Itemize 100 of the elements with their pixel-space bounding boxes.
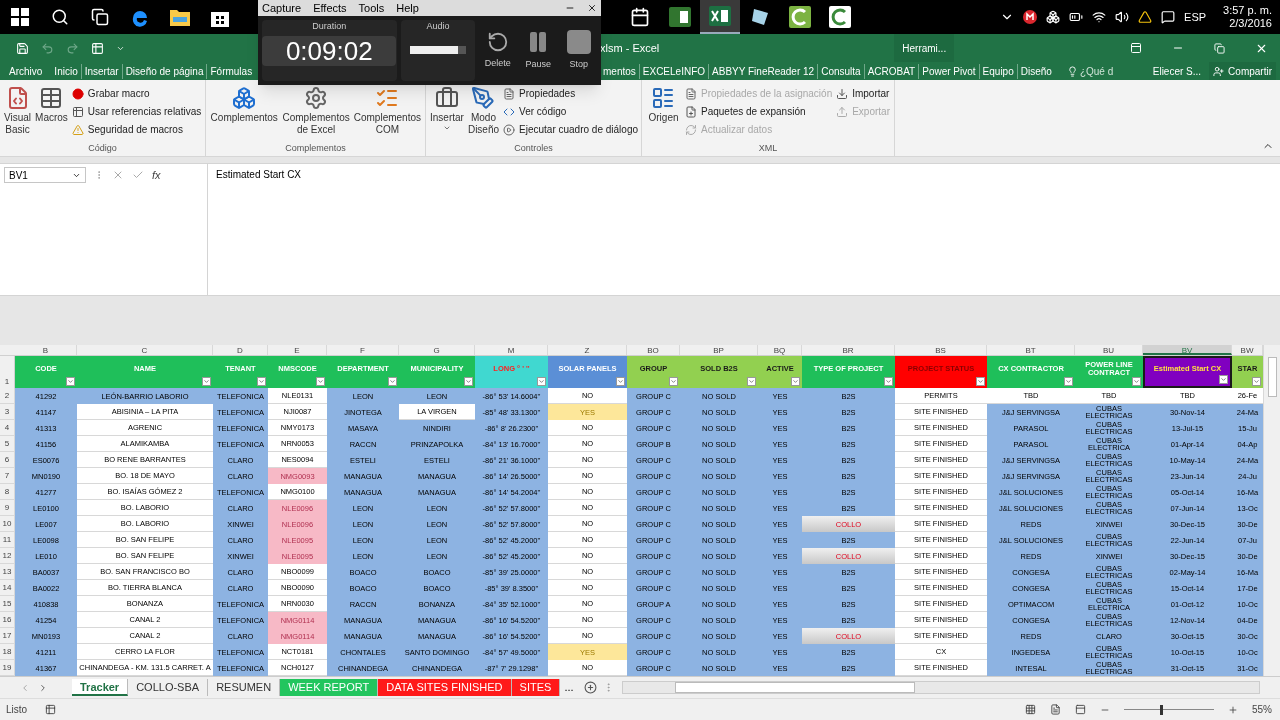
filter-button[interactable] xyxy=(66,377,75,386)
ribbon-tab[interactable]: Equipo xyxy=(978,63,1017,79)
column-header[interactable]: G xyxy=(399,345,475,355)
form-icon[interactable] xyxy=(91,41,104,55)
column-header[interactable]: BT xyxy=(987,345,1075,355)
filter-button[interactable] xyxy=(316,377,325,386)
row-number[interactable]: 4 xyxy=(0,420,15,436)
close-icon[interactable] xyxy=(587,3,597,13)
row-number[interactable]: 17 xyxy=(0,628,15,644)
cloud-storage-icon[interactable] xyxy=(1023,10,1038,24)
insert-function-button[interactable]: fx xyxy=(152,167,161,184)
language-indicator[interactable]: ESP xyxy=(1184,8,1207,26)
ribbon-tab[interactable]: ABBYY FineReader 12 xyxy=(708,63,818,79)
column-header[interactable]: BR xyxy=(802,345,895,355)
filter-button[interactable] xyxy=(464,377,473,386)
ribbon-button[interactable]: Grabar macro xyxy=(71,86,202,101)
sheet-tab[interactable]: Tracker xyxy=(72,679,129,696)
ribbon-button[interactable]: Complementos xyxy=(210,86,279,142)
filter-button[interactable] xyxy=(1132,377,1141,386)
delete-button[interactable]: Delete xyxy=(479,30,516,71)
ribbon-button[interactable]: Insertar xyxy=(430,86,464,142)
sheet-tab[interactable]: SITES xyxy=(511,679,561,696)
row-number[interactable]: 5 xyxy=(0,436,15,452)
column-header[interactable]: BS xyxy=(895,345,987,355)
row-number[interactable]: 13 xyxy=(0,564,15,580)
column-header[interactable]: D xyxy=(213,345,268,355)
zoom-slider[interactable] xyxy=(1124,704,1214,715)
ribbon-tab[interactable]: Fórmulas xyxy=(206,63,256,79)
row-number[interactable]: 14 xyxy=(0,580,15,596)
wifi-icon[interactable] xyxy=(1092,10,1107,24)
formula-field[interactable]: Estimated Start CX xyxy=(207,164,1280,295)
page-break-icon[interactable] xyxy=(1075,704,1086,715)
row-number[interactable]: 9 xyxy=(0,500,15,516)
pause-button[interactable]: Pause xyxy=(520,29,557,72)
ribbon-button[interactable]: Ejecutar cuadro de diálogo xyxy=(503,122,638,137)
filter-button[interactable] xyxy=(257,377,266,386)
filter-button[interactable] xyxy=(747,377,756,386)
battery-icon[interactable] xyxy=(1069,10,1084,24)
ribbon-tab[interactable]: Consulta xyxy=(817,63,864,79)
next-sheet-icon[interactable] xyxy=(38,682,48,693)
tell-me-field[interactable]: ¿Qué d xyxy=(1079,63,1114,79)
column-header[interactable]: BO xyxy=(627,345,680,355)
ribbon-tab[interactable]: Archivo xyxy=(6,63,46,79)
column-header[interactable]: E xyxy=(268,345,327,355)
ribbon-tab[interactable]: mentos xyxy=(600,63,639,79)
undo-icon[interactable] xyxy=(41,41,54,55)
row-number[interactable]: 11 xyxy=(0,532,15,548)
ribbon-button[interactable]: Propiedades xyxy=(503,86,638,101)
ribbon-display-icon[interactable] xyxy=(1130,42,1142,54)
macro-record-icon[interactable] xyxy=(45,704,57,715)
column-header[interactable]: BP xyxy=(680,345,758,355)
recorder-icon[interactable] xyxy=(829,6,851,28)
filter-button[interactable] xyxy=(791,377,800,386)
ribbon-tab[interactable]: Diseño de página xyxy=(121,63,207,79)
row-number[interactable]: 1 xyxy=(0,356,15,388)
row-number[interactable]: 15 xyxy=(0,596,15,612)
windows-icon[interactable] xyxy=(11,8,29,26)
lightbulb-icon[interactable] xyxy=(1066,65,1078,77)
notes-icon[interactable] xyxy=(750,7,770,27)
column-header[interactable]: Z xyxy=(548,345,627,355)
filter-button[interactable] xyxy=(1064,377,1073,386)
ribbon-button[interactable]: Importar xyxy=(836,86,890,101)
zoom-thumb[interactable] xyxy=(1160,704,1163,715)
name-box[interactable]: BV1 xyxy=(4,167,86,183)
horizontal-scrollbar[interactable] xyxy=(621,681,1260,694)
column-header[interactable]: BV xyxy=(1143,345,1232,355)
menu-item[interactable]: Effects xyxy=(313,0,347,17)
calendar-icon[interactable] xyxy=(630,7,650,27)
normal-view-icon[interactable] xyxy=(1025,704,1036,715)
zoom-in-icon[interactable] xyxy=(1228,704,1238,715)
column-header[interactable]: F xyxy=(327,345,399,355)
redo-icon[interactable] xyxy=(66,41,79,55)
filter-button[interactable] xyxy=(669,377,678,386)
menu-item[interactable]: Tools xyxy=(358,0,385,17)
filter-button[interactable] xyxy=(1219,375,1228,384)
ribbon-button[interactable]: Modo Diseño xyxy=(467,86,500,142)
filter-button[interactable] xyxy=(1252,377,1261,386)
user-name[interactable]: Eliecer S... xyxy=(1152,63,1202,79)
column-header[interactable]: B xyxy=(15,345,77,355)
ribbon-tab[interactable]: Power Pivot xyxy=(918,63,979,79)
ribbon-tab[interactable]: EXCELeINFO xyxy=(638,63,709,79)
row-number[interactable]: 10 xyxy=(0,516,15,532)
column-header[interactable]: M xyxy=(475,345,548,355)
ribbon-button[interactable]: Origen xyxy=(646,86,681,142)
boxes-icon[interactable] xyxy=(1046,10,1061,24)
drive-icon[interactable] xyxy=(1138,10,1153,24)
project-icon[interactable] xyxy=(669,7,691,27)
filter-button[interactable] xyxy=(976,377,985,386)
row-number[interactable]: 8 xyxy=(0,484,15,500)
task-view-icon[interactable] xyxy=(91,8,109,26)
column-header[interactable]: C xyxy=(77,345,213,355)
stop-button[interactable]: Stop xyxy=(560,29,597,72)
spreadsheet-icon[interactable] xyxy=(709,6,731,26)
restore-icon[interactable] xyxy=(1214,42,1225,54)
row-number[interactable]: 7 xyxy=(0,468,15,484)
page-layout-icon[interactable] xyxy=(1050,704,1061,715)
more-sheets-button[interactable]: ... xyxy=(560,679,578,696)
save-icon[interactable] xyxy=(16,41,29,55)
ribbon-button[interactable]: Ver código xyxy=(503,104,638,119)
search-icon[interactable] xyxy=(51,8,69,26)
